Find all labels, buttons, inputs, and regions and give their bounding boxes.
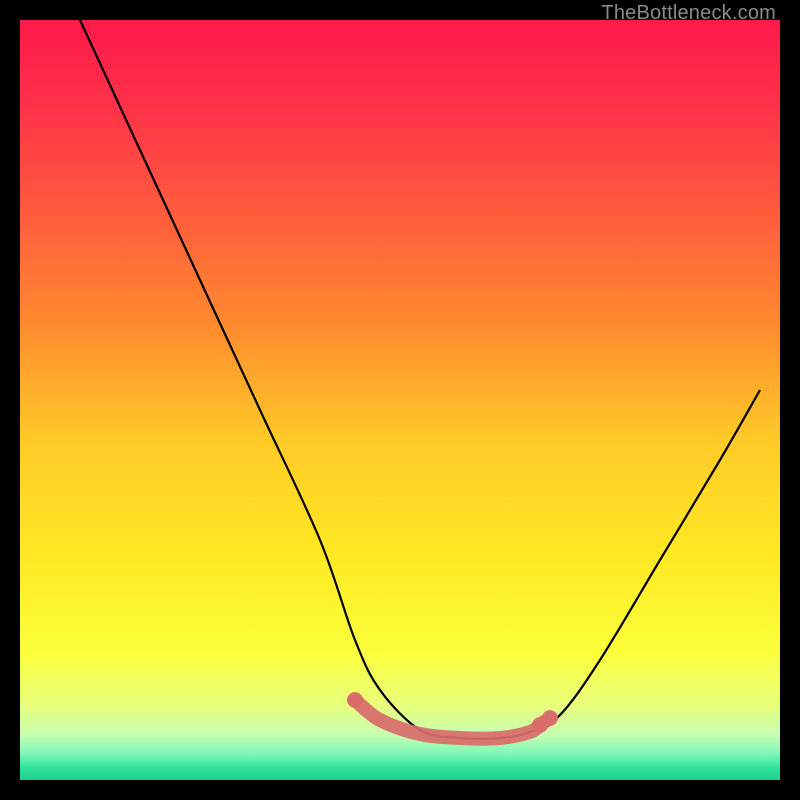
optimal-marker-path <box>355 700 550 739</box>
chart-plot-area <box>20 20 780 780</box>
chart-svg <box>20 20 780 780</box>
bottleneck-curve <box>80 20 760 739</box>
optimal-range-markers <box>347 692 558 739</box>
optimal-marker-dot <box>532 717 548 733</box>
optimal-marker-dot <box>347 692 363 708</box>
